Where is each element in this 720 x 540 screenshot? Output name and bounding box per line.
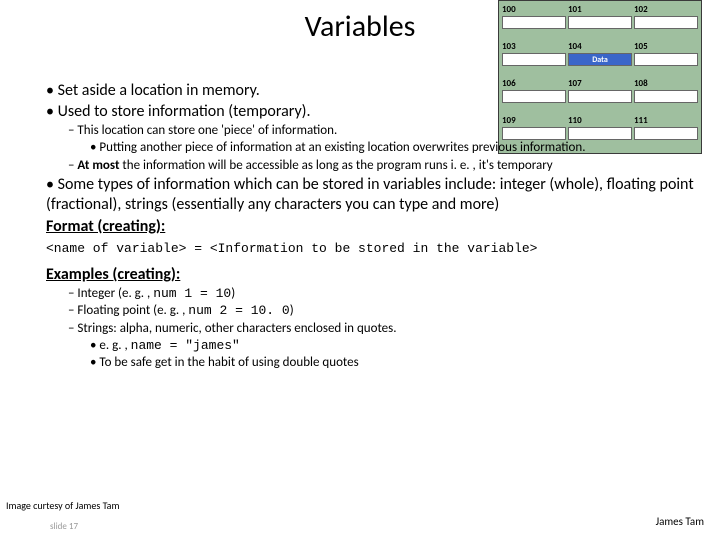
example-text: ) (231, 286, 235, 301)
memory-cell: 104Data (568, 41, 632, 76)
example-code: num 2 = 10. 0 (188, 303, 289, 318)
example-text: Strings: alpha, numeric, other character… (77, 321, 396, 336)
memory-cell-label: 100 (502, 4, 566, 15)
examples-list: Integer (e. g. , num 1 = 10) Floating po… (24, 286, 696, 371)
example-item: Floating point (e. g. , num 2 = 10. 0) (68, 303, 696, 319)
memory-cell-label: 101 (568, 4, 632, 15)
bullet-text: Used to store information (temporary). (58, 102, 311, 121)
bullet-list-lvl2: This location can store one 'piece' of i… (46, 123, 696, 174)
bullet-emphasis: At most (77, 158, 119, 173)
bullet-list-lvl3: Putting another piece of information at … (68, 140, 696, 156)
memory-cell-label: 103 (502, 41, 566, 52)
memory-cell: 100 (502, 4, 566, 39)
example-sub-list: e. g. , name = "james" To be safe get in… (68, 338, 696, 372)
memory-cell-box (502, 16, 566, 29)
example-code: name = "james" (131, 338, 240, 353)
bullet-text: the information will be accessible as lo… (119, 158, 552, 173)
memory-cell-box (634, 16, 698, 29)
bullet-item: This location can store one 'piece' of i… (68, 123, 696, 157)
bullet-item: Set aside a location in memory. (46, 81, 696, 101)
memory-cell-box (568, 16, 632, 29)
format-heading: Format (creating): (46, 217, 696, 237)
bullet-item: Used to store information (temporary). T… (46, 102, 696, 174)
example-sub-item: e. g. , name = "james" (90, 338, 696, 354)
memory-cell: 102 (634, 4, 698, 39)
image-credit: Image curtesy of James Tam (6, 499, 119, 512)
memory-cell-label: 105 (634, 41, 698, 52)
example-text: Integer (e. g. , (77, 286, 153, 301)
memory-cell-label: 104 (568, 41, 632, 52)
slide: Variables 100101102103104Data10510610710… (0, 0, 720, 540)
memory-cell-label: 102 (634, 4, 698, 15)
memory-cell-box (634, 53, 698, 66)
example-code: num 1 = 10 (153, 286, 231, 301)
example-item: Strings: alpha, numeric, other character… (68, 321, 696, 372)
example-text: Floating point (e. g. , (77, 303, 188, 318)
bullet-text: Some types of information which can be s… (46, 175, 694, 214)
memory-cell: 105 (634, 41, 698, 76)
example-text: e. g. , (99, 338, 130, 353)
example-item: Integer (e. g. , num 1 = 10) (68, 286, 696, 302)
example-sub-item: To be safe get in the habit of using dou… (90, 355, 696, 371)
author-name: James Tam (656, 515, 704, 528)
examples-heading: Examples (creating): (46, 265, 696, 285)
memory-cell-box (502, 53, 566, 66)
slide-number: slide 17 (50, 521, 78, 532)
slide-body: Set aside a location in memory. Used to … (24, 80, 696, 372)
memory-cell: 103 (502, 41, 566, 76)
bullet-item: At most the information will be accessib… (68, 158, 696, 174)
memory-cell-box-data: Data (568, 53, 632, 66)
bullet-list-lvl1: Set aside a location in memory. Used to … (24, 81, 696, 237)
memory-cell: 101 (568, 4, 632, 39)
bullet-item: Putting another piece of information at … (90, 140, 696, 156)
bullet-item: Some types of information which can be s… (46, 175, 696, 237)
code-format-line: <name of variable> = <Information to be … (46, 241, 696, 257)
bullet-text: This location can store one 'piece' of i… (77, 123, 337, 138)
example-text: ) (290, 303, 294, 318)
